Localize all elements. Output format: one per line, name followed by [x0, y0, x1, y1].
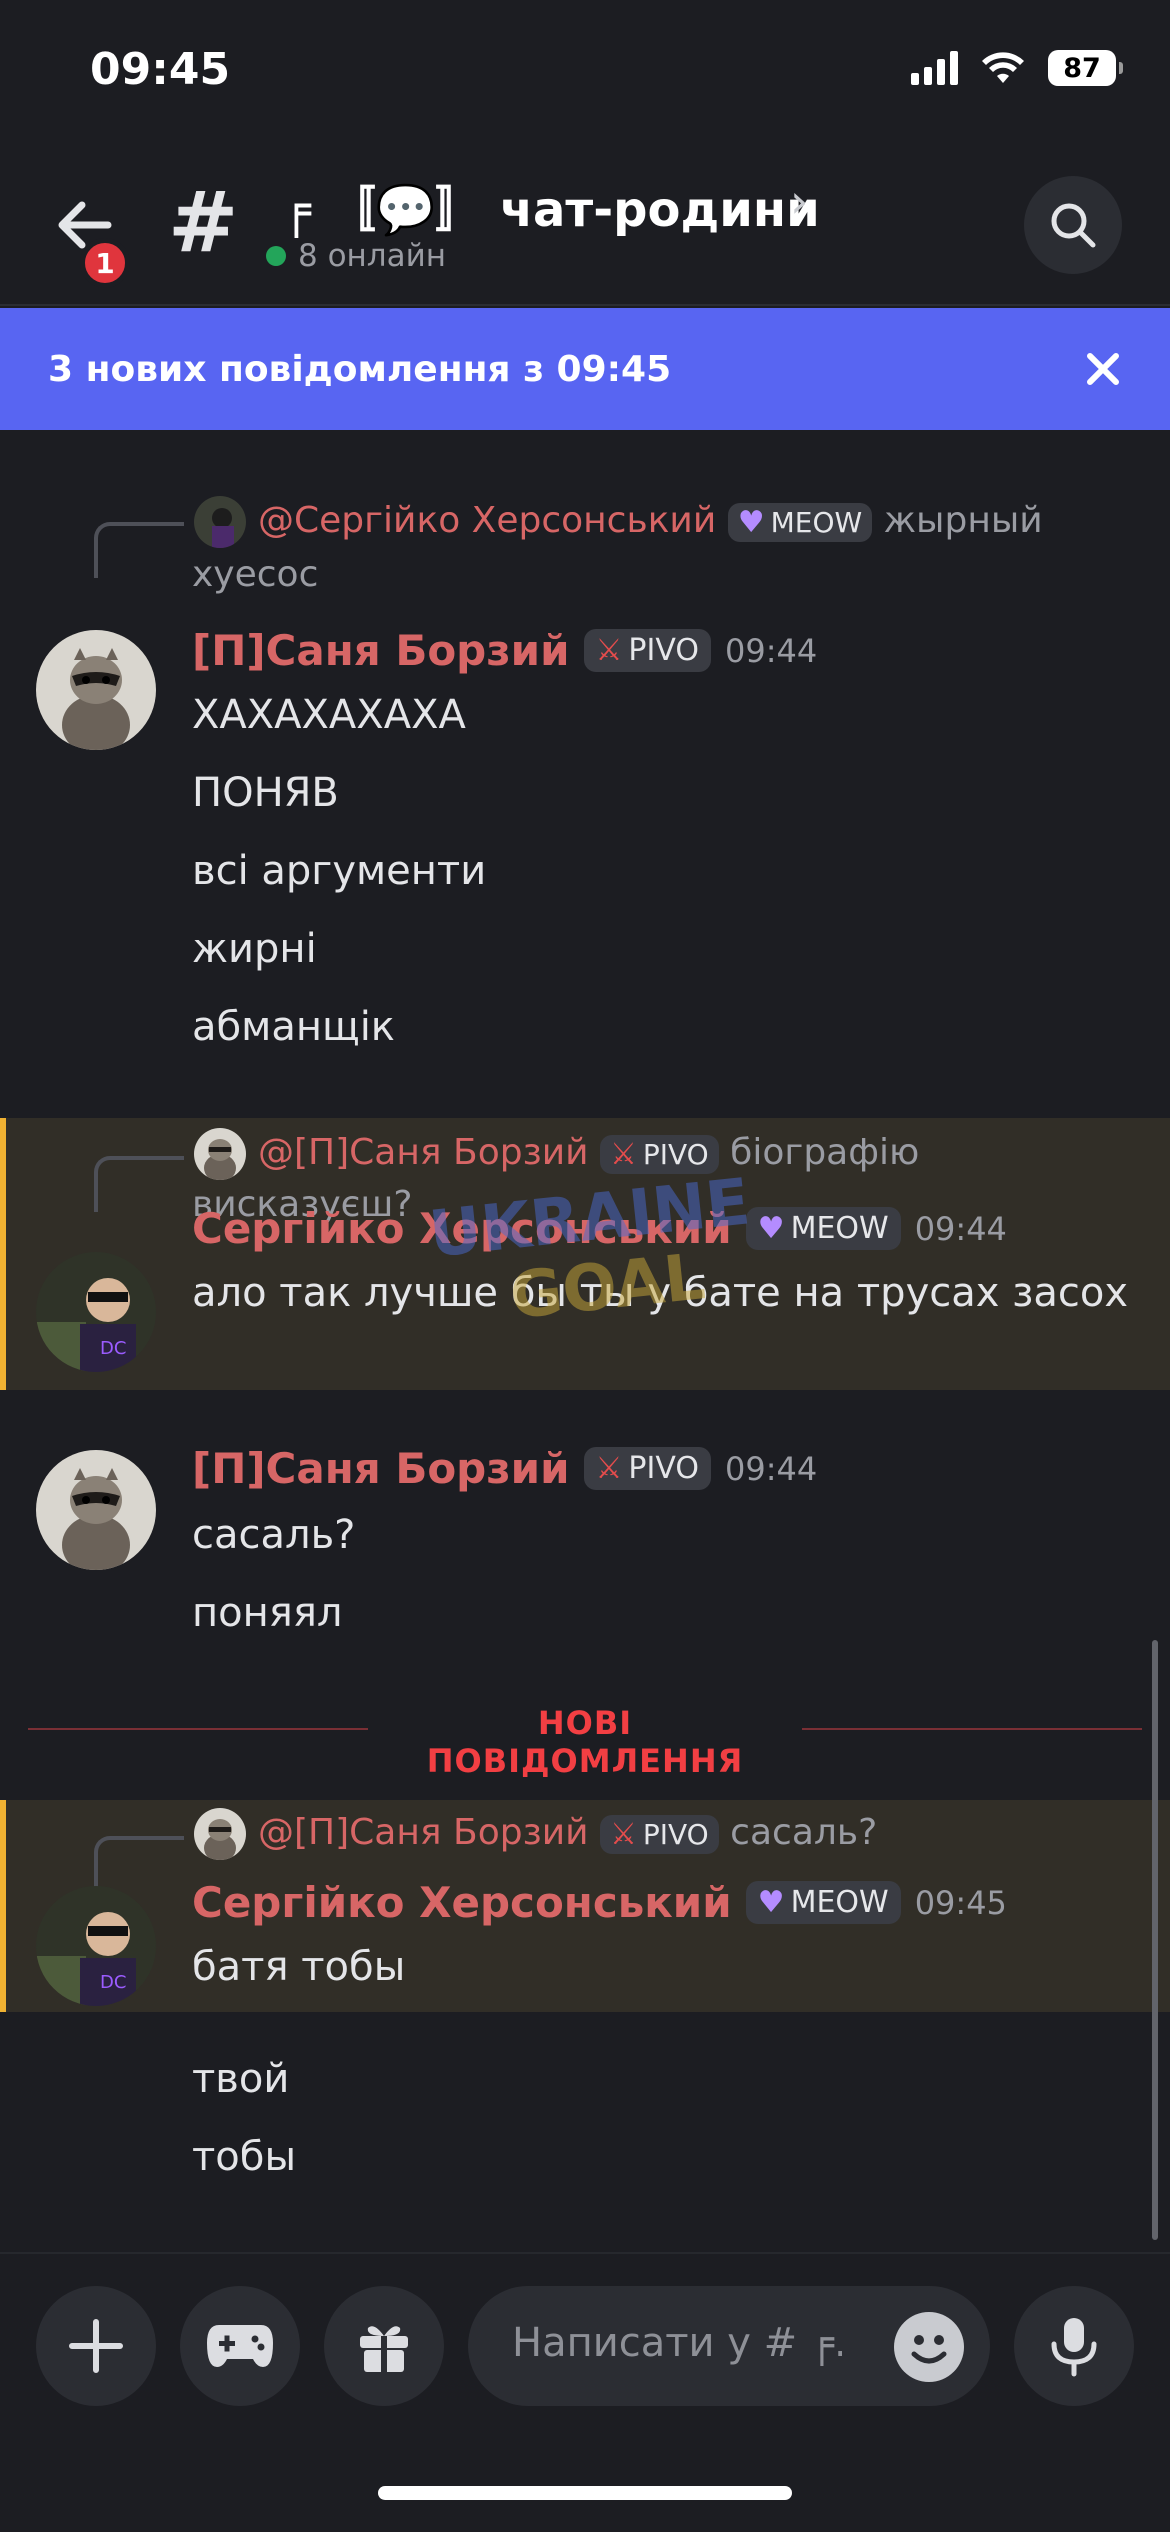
status-icons: 87: [911, 50, 1123, 86]
reply-connector: [94, 1836, 184, 1892]
chevron-right-icon[interactable]: ›: [790, 174, 808, 228]
avatar[interactable]: [36, 630, 156, 750]
gamepad-icon: [207, 2325, 273, 2367]
timestamp: 09:44: [724, 631, 818, 670]
online-dot-icon: [266, 246, 286, 266]
activities-button[interactable]: [180, 2286, 300, 2406]
scrollbar[interactable]: [1152, 1640, 1158, 2240]
message-text: абманщік: [192, 1004, 395, 1050]
cellular-signal-icon: [911, 51, 958, 85]
reply-preview[interactable]: @[П]Саня Борзий ⚔ PIVO біографію: [258, 1132, 919, 1174]
sword-icon: ⚔: [595, 1451, 623, 1486]
screen: 09:45 87 1 # ╒ 〚💬〛 чат-родини › 8 онлайн: [0, 0, 1170, 2532]
reply-mention: @[П]Саня Борзий: [258, 1132, 589, 1173]
mention-highlight-bar: [0, 1800, 6, 2012]
message-text: тобы: [192, 2134, 297, 2180]
gift-icon: [360, 2326, 408, 2372]
message-group-highlighted: @[П]Саня Борзий ⚔ PIVO сасаль? DC Сергійк…: [0, 1800, 1170, 2012]
channel-hash-icon: #: [168, 173, 239, 271]
message-author[interactable]: Сергійко Херсонський ♥ MEOW 09:45: [192, 1878, 1007, 1927]
message-text: всі аргументи: [192, 848, 487, 894]
svg-text:DC: DC: [100, 1972, 126, 1993]
message-group: @Сергійко Херсонський ♥ MEOW жырный хуесо…: [0, 430, 1170, 1080]
message-list[interactable]: @Сергійко Херсонський ♥ MEOW жырный хуесо…: [0, 430, 1170, 2250]
sword-icon: ⚔: [609, 1136, 637, 1172]
add-attachment-button[interactable]: [36, 2286, 156, 2406]
message-text: твой: [192, 2056, 290, 2102]
voice-message-button[interactable]: [1014, 2286, 1134, 2406]
reply-avatar: [194, 1808, 246, 1860]
search-icon: [1051, 203, 1096, 248]
close-icon[interactable]: [1078, 344, 1128, 394]
avatar[interactable]: DC: [36, 1886, 156, 2006]
search-button[interactable]: [1024, 176, 1122, 274]
input-placeholder: Написати у # ╒...: [512, 2320, 842, 2366]
message-text: поняял: [192, 1590, 343, 1636]
mention-highlight-bar: [0, 1118, 6, 1390]
reply-avatar: [194, 1128, 246, 1180]
heart-icon: ♥: [757, 1211, 785, 1246]
role-tag: ♥ MEOW: [745, 1207, 901, 1250]
sword-icon: ⚔: [595, 633, 623, 668]
message-text: сасаль?: [192, 1512, 356, 1558]
plus-icon: [69, 2319, 123, 2373]
microphone-icon: [1051, 2318, 1097, 2377]
reply-snippet: сасаль?: [730, 1812, 878, 1853]
timestamp: 09:44: [724, 1449, 818, 1488]
new-messages-banner[interactable]: 3 нових повідомлення з 09:45: [0, 308, 1170, 430]
heart-icon: ♥: [737, 504, 765, 540]
gift-button[interactable]: [324, 2286, 444, 2406]
online-count: 8 онлайн: [266, 238, 446, 274]
timestamp: 09:45: [914, 1883, 1007, 1922]
avatar[interactable]: DC: [36, 1252, 156, 1372]
unread-badge: 1: [80, 238, 130, 288]
online-label: 8 онлайн: [298, 238, 447, 274]
reply-mention: @[П]Саня Борзий: [258, 1812, 589, 1853]
channel-title[interactable]: ╒ 〚💬〛 чат-родини: [282, 170, 820, 240]
role-tag: ⚔ PIVO: [599, 1134, 719, 1174]
reply-snippet: жырный: [883, 500, 1043, 541]
new-messages-divider: НОВІ ПОВІДОМЛЕННЯ: [28, 1704, 1142, 1780]
wifi-icon: [982, 52, 1024, 83]
message-text: ХАХАХАХАХА: [192, 692, 466, 738]
reply-connector: [94, 522, 184, 578]
message-text: ПОНЯВ: [192, 770, 339, 816]
channel-header: 1 # ╒ 〚💬〛 чат-родини › 8 онлайн: [0, 150, 1170, 306]
banner-text: 3 нових повідомлення з 09:45: [48, 348, 672, 390]
sword-icon: ⚔: [609, 1816, 637, 1852]
reply-preview[interactable]: @[П]Саня Борзий ⚔ PIVO сасаль?: [258, 1812, 877, 1854]
avatar[interactable]: [36, 1450, 156, 1570]
message-text: батя тобы: [192, 1944, 406, 1990]
message-author[interactable]: [П]Саня Борзий ⚔ PIVO 09:44: [192, 1444, 817, 1493]
role-tag: ♥ MEOW: [745, 1881, 901, 1924]
message-text: жирні: [192, 926, 317, 972]
reply-snippet: біографію: [730, 1132, 920, 1173]
smiley-icon: [911, 2335, 947, 2364]
reply-snippet-cont: хуесос: [192, 554, 319, 595]
ukraine-goal-watermark: UKRAINE GOAL: [426, 1170, 753, 1330]
role-tag: ⚔ PIVO: [583, 629, 711, 672]
message-input[interactable]: Написати у # ╒...: [468, 2286, 990, 2406]
reply-mention: @Сергійко Херсонський: [258, 500, 717, 541]
role-tag: ♥ MEOW: [727, 502, 873, 542]
emoji-button[interactable]: [894, 2312, 964, 2382]
svg-text:DC: DC: [100, 1338, 126, 1359]
heart-icon: ♥: [757, 1885, 785, 1920]
battery-indicator: 87: [1048, 50, 1123, 86]
role-tag: ⚔ PIVO: [599, 1814, 719, 1854]
home-indicator[interactable]: [378, 2486, 792, 2500]
reply-avatar: [194, 496, 246, 548]
role-tag: ⚔ PIVO: [583, 1447, 711, 1490]
reply-connector: [94, 1156, 184, 1212]
message-group: [П]Саня Борзий ⚔ PIVO 09:44 сасаль? поняя…: [0, 1430, 1170, 1650]
message-author[interactable]: [П]Саня Борзий ⚔ PIVO 09:44: [192, 626, 817, 675]
reply-preview[interactable]: @Сергійко Херсонський ♥ MEOW жырный: [258, 500, 1043, 542]
timestamp: 09:44: [914, 1209, 1007, 1248]
status-time: 09:45: [90, 44, 231, 95]
divider-label: НОВІ ПОВІДОМЛЕННЯ: [426, 1704, 744, 1780]
